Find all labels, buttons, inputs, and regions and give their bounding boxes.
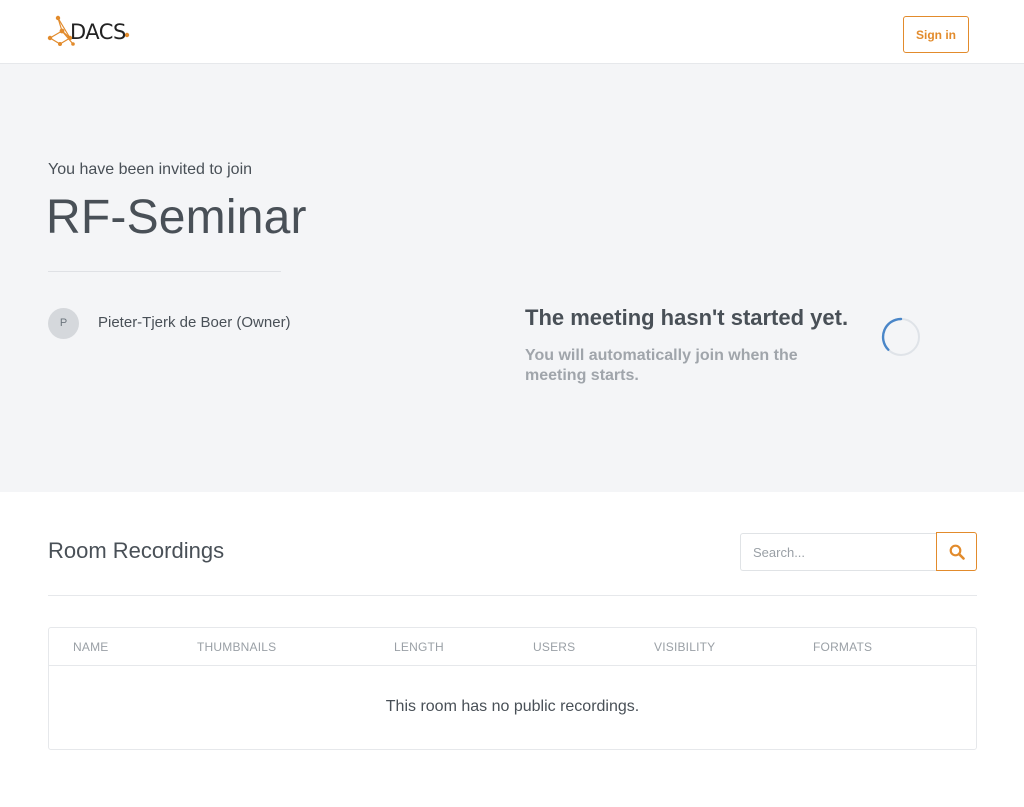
room-title: RF-Seminar bbox=[46, 191, 307, 244]
recordings-table: NAME THUMBNAILS LENGTH USERS VISIBILITY … bbox=[48, 627, 977, 750]
recordings-search-button[interactable] bbox=[936, 532, 977, 571]
dacs-logo[interactable]: DACS bbox=[46, 14, 136, 50]
owner-name: Pieter-Tjerk de Boer (Owner) bbox=[98, 314, 291, 331]
column-header-thumbnails[interactable]: THUMBNAILS bbox=[197, 640, 276, 654]
column-header-formats[interactable]: FORMATS bbox=[813, 640, 872, 654]
meeting-status-title: The meeting hasn't started yet. bbox=[525, 305, 849, 330]
recordings-title: Room Recordings bbox=[48, 538, 225, 563]
top-navbar: DACS Sign in bbox=[0, 0, 1024, 64]
recordings-divider bbox=[48, 595, 977, 596]
column-header-users[interactable]: USERS bbox=[533, 640, 575, 654]
logo-text: DACS bbox=[70, 20, 126, 44]
recordings-table-header: NAME THUMBNAILS LENGTH USERS VISIBILITY … bbox=[49, 628, 976, 666]
invite-section: You have been invited to join RF-Seminar… bbox=[0, 64, 1024, 492]
empty-recordings-message: This room has no public recordings. bbox=[385, 698, 640, 715]
invite-label: You have been invited to join bbox=[48, 161, 253, 178]
column-header-length[interactable]: LENGTH bbox=[394, 640, 444, 654]
sign-in-button[interactable]: Sign in bbox=[903, 16, 969, 53]
owner-avatar: P bbox=[48, 308, 79, 339]
search-icon bbox=[949, 544, 965, 560]
column-header-visibility[interactable]: VISIBILITY bbox=[654, 640, 715, 654]
title-divider bbox=[48, 271, 281, 272]
meeting-status-subtitle: You will automatically join when the mee… bbox=[525, 347, 798, 384]
column-header-name[interactable]: NAME bbox=[73, 640, 108, 654]
loading-spinner-icon bbox=[881, 317, 920, 356]
recordings-search-input[interactable] bbox=[740, 533, 937, 571]
